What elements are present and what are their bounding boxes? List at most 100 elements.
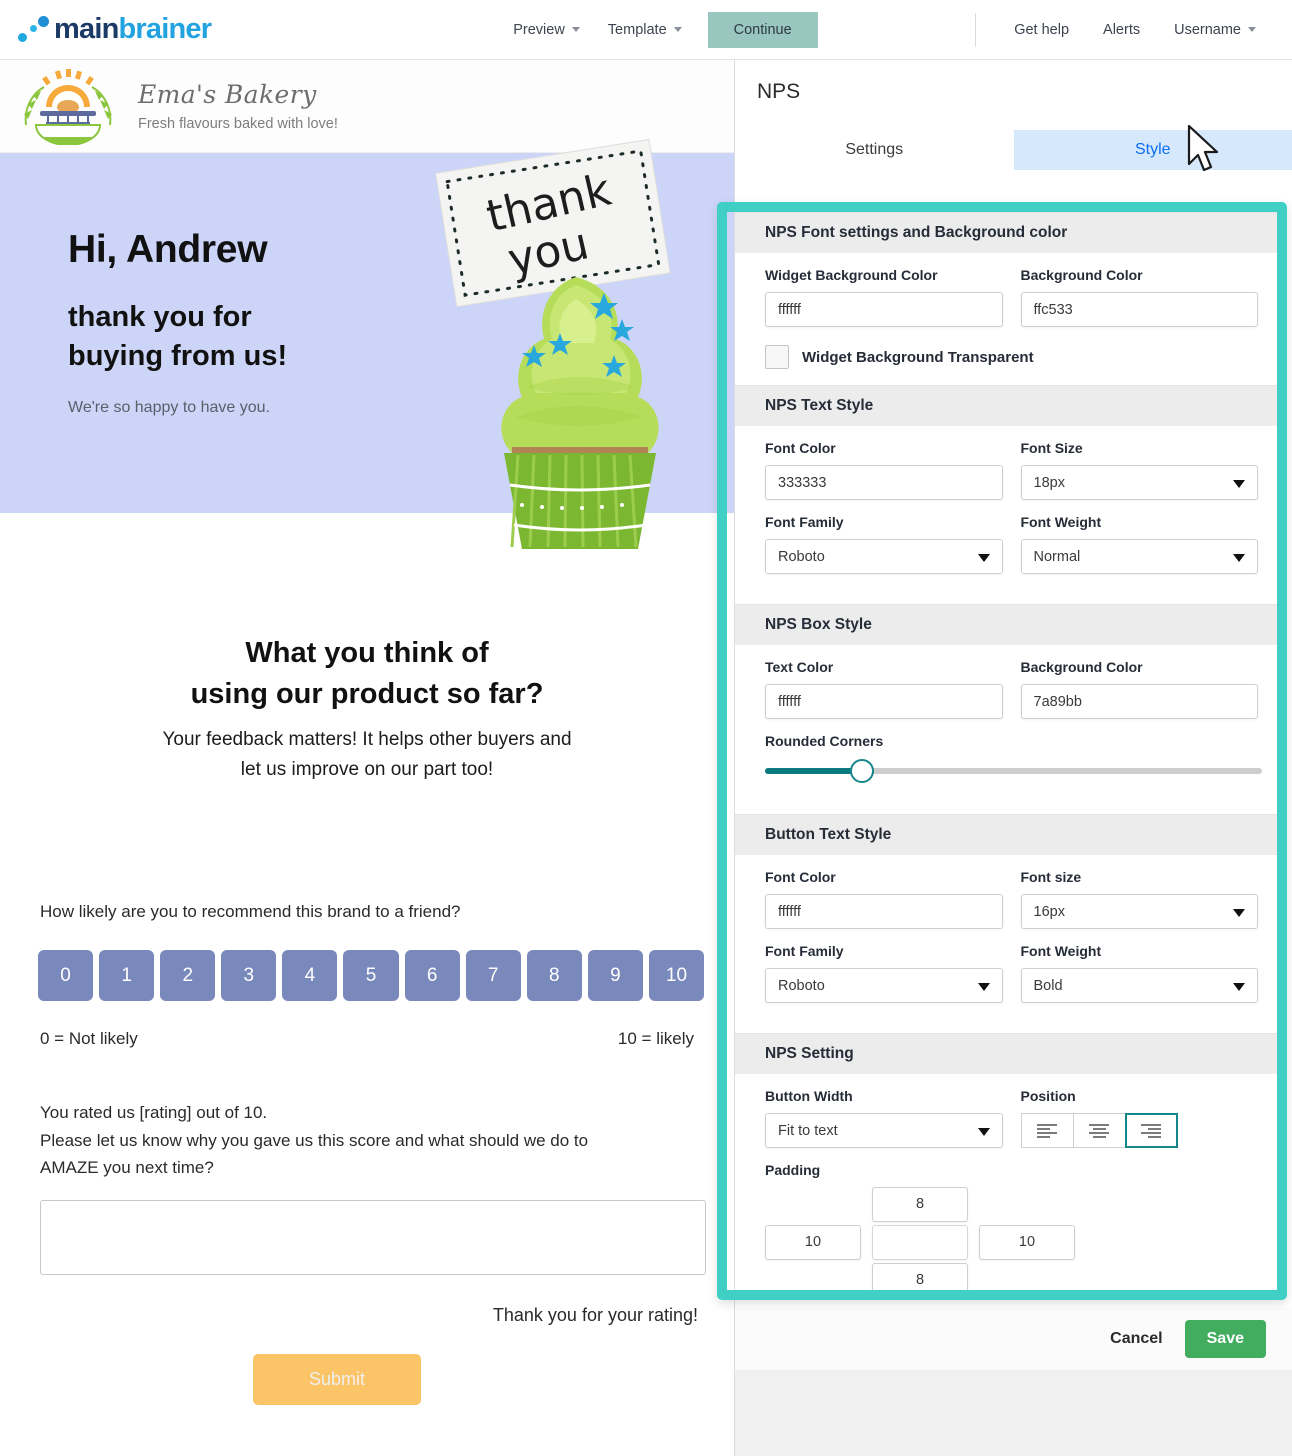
background-color-input[interactable] <box>1020 292 1258 327</box>
text-font-size-select[interactable] <box>1020 465 1258 500</box>
rating-button-1[interactable]: 1 <box>99 950 155 1002</box>
btn-font-weight-label: Font Weight <box>1020 943 1102 959</box>
rating-button-9[interactable]: 9 <box>587 950 643 1002</box>
btn-font-family-select[interactable] <box>765 968 1003 1003</box>
widget-bg-color-field: Widget Background Color <box>765 267 1003 327</box>
get-help-link[interactable]: Get help <box>1000 14 1083 46</box>
button-width-select[interactable] <box>765 1113 1003 1148</box>
panel-empty-area <box>735 1370 1292 1456</box>
padding-top-input[interactable]: 8 <box>872 1187 968 1222</box>
rating-button-2[interactable]: 2 <box>160 950 216 1002</box>
panel-title: NPS <box>757 80 801 103</box>
btn-font-weight-select[interactable] <box>1020 968 1258 1003</box>
slider-thumb[interactable] <box>850 759 874 783</box>
align-left-icon-button[interactable] <box>1020 1113 1074 1148</box>
nav-template-label: Template <box>607 21 667 38</box>
nps-question: How likely are you to recommend this bra… <box>40 902 461 922</box>
chevron-down-icon <box>571 27 580 32</box>
box-bg-color-input[interactable] <box>1020 684 1258 719</box>
section-header-box-style: NPS Box Style <box>735 604 1284 645</box>
widget-bg-color-input[interactable] <box>765 292 1003 327</box>
rating-button-4[interactable]: 4 <box>282 950 338 1002</box>
box-text-color-label: Text Color <box>765 659 834 675</box>
text-font-color-label: Font Color <box>765 440 836 456</box>
nps-rating-scale: 0 1 2 3 4 5 6 7 8 9 10 <box>30 950 705 1002</box>
submit-button[interactable]: Submit <box>252 1353 422 1405</box>
padding-right-input[interactable]: 10 <box>979 1225 1075 1260</box>
widget-transparent-row: Widget Background Transparent <box>765 345 1258 369</box>
hero-banner: Hi, Andrew thank you for buying from us!… <box>0 138 734 549</box>
alerts-link[interactable]: Alerts <box>1089 14 1154 46</box>
button-width-label: Button Width <box>765 1088 853 1104</box>
submit-row: Submit <box>30 1353 704 1405</box>
text-font-color-field: Font Color <box>765 440 1003 500</box>
nps-title-line2: using our product so far? <box>190 678 544 711</box>
nav-preview-dropdown[interactable]: Preview <box>501 14 592 46</box>
text-font-color-input[interactable] <box>765 465 1003 500</box>
align-center-icon-button[interactable] <box>1072 1113 1126 1148</box>
nps-sub-line2: let us improve on our part too! <box>240 758 494 780</box>
rating-button-8[interactable]: 8 <box>526 950 582 1002</box>
tab-settings[interactable]: Settings <box>735 130 1014 170</box>
username-dropdown[interactable]: Username <box>1160 14 1270 46</box>
text-font-size-field: Font Size <box>1020 440 1258 500</box>
widget-transparent-checkbox[interactable] <box>765 345 789 369</box>
section-body-font-bg: Widget Background Color Background Color… <box>735 253 1284 385</box>
style-sections: NPS Font settings and Background color W… <box>735 212 1284 1292</box>
align-right-icon <box>1141 1122 1161 1140</box>
background-color-label: Background Color <box>1020 267 1143 283</box>
text-font-family-select[interactable] <box>765 539 1003 574</box>
tab-style[interactable]: Style <box>1013 130 1292 170</box>
nav-template-dropdown[interactable]: Template <box>596 14 694 46</box>
padding-bottom-input[interactable]: 8 <box>872 1263 968 1292</box>
cancel-button[interactable]: Cancel <box>1110 1330 1162 1348</box>
rounded-corners-slider[interactable] <box>765 758 1262 784</box>
logo-dots-icon <box>18 15 52 45</box>
rated-line1: You rated us [rating] out of 10. <box>40 1103 268 1123</box>
section-body-nps-setting: Button Width Position <box>735 1074 1284 1292</box>
cupcake-thank-you-image: thank you <box>435 138 671 549</box>
text-font-family-field: Font Family <box>765 514 1003 574</box>
text-font-size-label: Font Size <box>1020 440 1083 456</box>
rated-line3: AMAZE you next time? <box>40 1158 214 1178</box>
rating-button-10[interactable]: 10 <box>648 950 705 1002</box>
text-font-weight-select[interactable] <box>1020 539 1258 574</box>
panel-body: NPS Font settings and Background color W… <box>717 202 1292 1456</box>
save-button[interactable]: Save <box>1184 1320 1266 1358</box>
username-label: Username <box>1174 21 1241 38</box>
email-preview-pane: Ema's Bakery Fresh flavours baked with l… <box>0 60 735 1456</box>
rating-button-6[interactable]: 6 <box>404 950 460 1002</box>
logo-brainer-text: brainer <box>118 13 213 45</box>
mainbrainer-logo[interactable]: mainbrainer <box>18 13 213 46</box>
feedback-textarea[interactable] <box>40 1199 706 1275</box>
section-header-font-bg: NPS Font settings and Background color <box>735 212 1284 253</box>
nps-settings-panel: NPS Settings Style NPS Font settings and… <box>717 60 1292 1456</box>
padding-left-input[interactable]: 10 <box>765 1225 861 1260</box>
btn-font-size-select[interactable] <box>1020 894 1258 929</box>
btn-font-color-input[interactable] <box>765 894 1003 929</box>
padding-field: Padding 8 10 10 8 <box>765 1162 1258 1292</box>
slider-fill <box>765 768 862 774</box>
rating-button-3[interactable]: 3 <box>221 950 277 1002</box>
btn-font-family-field: Font Family <box>765 943 1003 1003</box>
continue-button[interactable]: Continue <box>707 11 818 48</box>
rating-button-5[interactable]: 5 <box>343 950 399 1002</box>
brand-text-block: Ema's Bakery Fresh flavours baked with l… <box>138 80 338 132</box>
widget-transparent-label: Widget Background Transparent <box>802 348 1034 366</box>
nav-preview-label: Preview <box>513 21 565 38</box>
rating-button-7[interactable]: 7 <box>465 950 521 1002</box>
app-root: mainbrainer Preview Template Continue Ge… <box>0 0 1292 1456</box>
btn-font-family-label: Font Family <box>765 943 844 959</box>
mouse-cursor-icon <box>1187 124 1219 172</box>
padding-label: Padding <box>765 1162 821 1178</box>
section-header-text-style: NPS Text Style <box>735 385 1284 426</box>
align-right-icon-button[interactable] <box>1124 1113 1178 1148</box>
box-bg-color-label: Background Color <box>1020 659 1143 675</box>
rating-button-0[interactable]: 0 <box>38 950 94 1002</box>
btn-font-size-field: Font size <box>1020 869 1258 929</box>
bakery-logo-icon <box>24 69 112 145</box>
brand-name: Ema's Bakery <box>138 80 317 109</box>
top-navigation-bar: mainbrainer Preview Template Continue Ge… <box>0 0 1292 60</box>
nps-widget-preview: What you think of using our product so f… <box>0 633 734 1405</box>
box-text-color-input[interactable] <box>765 684 1003 719</box>
